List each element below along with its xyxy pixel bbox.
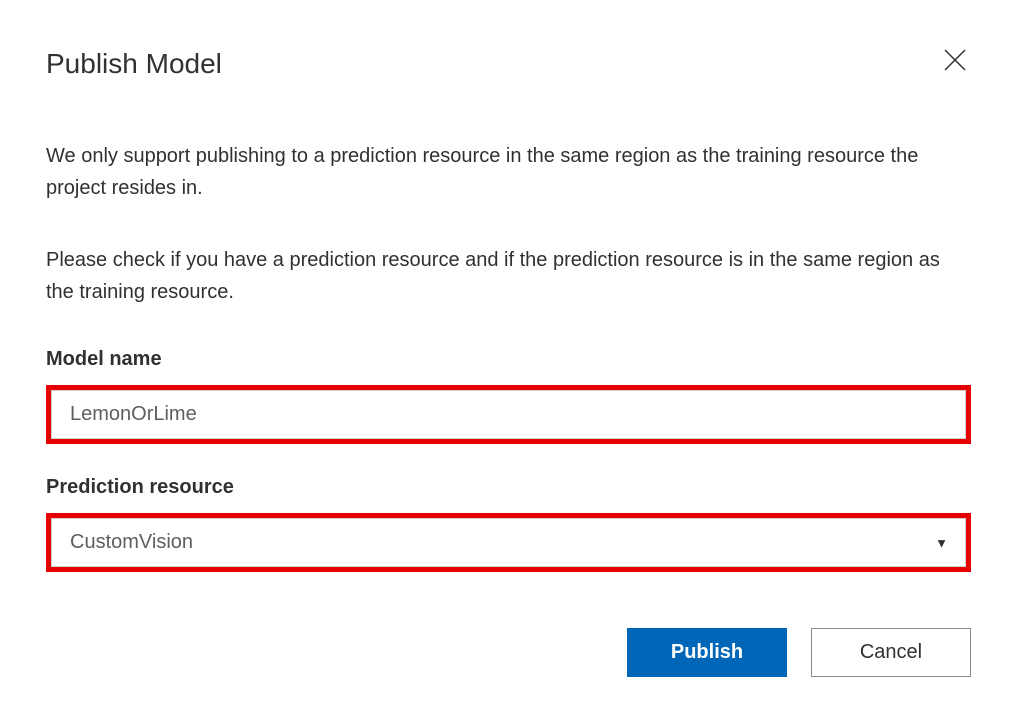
prediction-resource-select[interactable]: CustomVision — [51, 518, 966, 567]
description-text-2: Please check if you have a prediction re… — [46, 244, 971, 308]
publish-button[interactable]: Publish — [627, 628, 787, 677]
cancel-button[interactable]: Cancel — [811, 628, 971, 677]
model-name-group: Model name — [46, 348, 971, 444]
description-text-1: We only support publishing to a predicti… — [46, 140, 971, 204]
prediction-resource-group: Prediction resource CustomVision ▼ — [46, 476, 971, 572]
close-button[interactable] — [939, 48, 971, 77]
prediction-resource-label: Prediction resource — [46, 476, 971, 499]
close-icon — [943, 47, 967, 78]
button-row: Publish Cancel — [46, 628, 971, 677]
prediction-resource-highlight: CustomVision ▼ — [46, 513, 971, 572]
model-name-input[interactable] — [51, 390, 966, 439]
prediction-resource-select-wrapper: CustomVision ▼ — [51, 518, 966, 567]
model-name-highlight — [46, 385, 971, 444]
dialog-title: Publish Model — [46, 48, 222, 80]
model-name-label: Model name — [46, 348, 971, 371]
